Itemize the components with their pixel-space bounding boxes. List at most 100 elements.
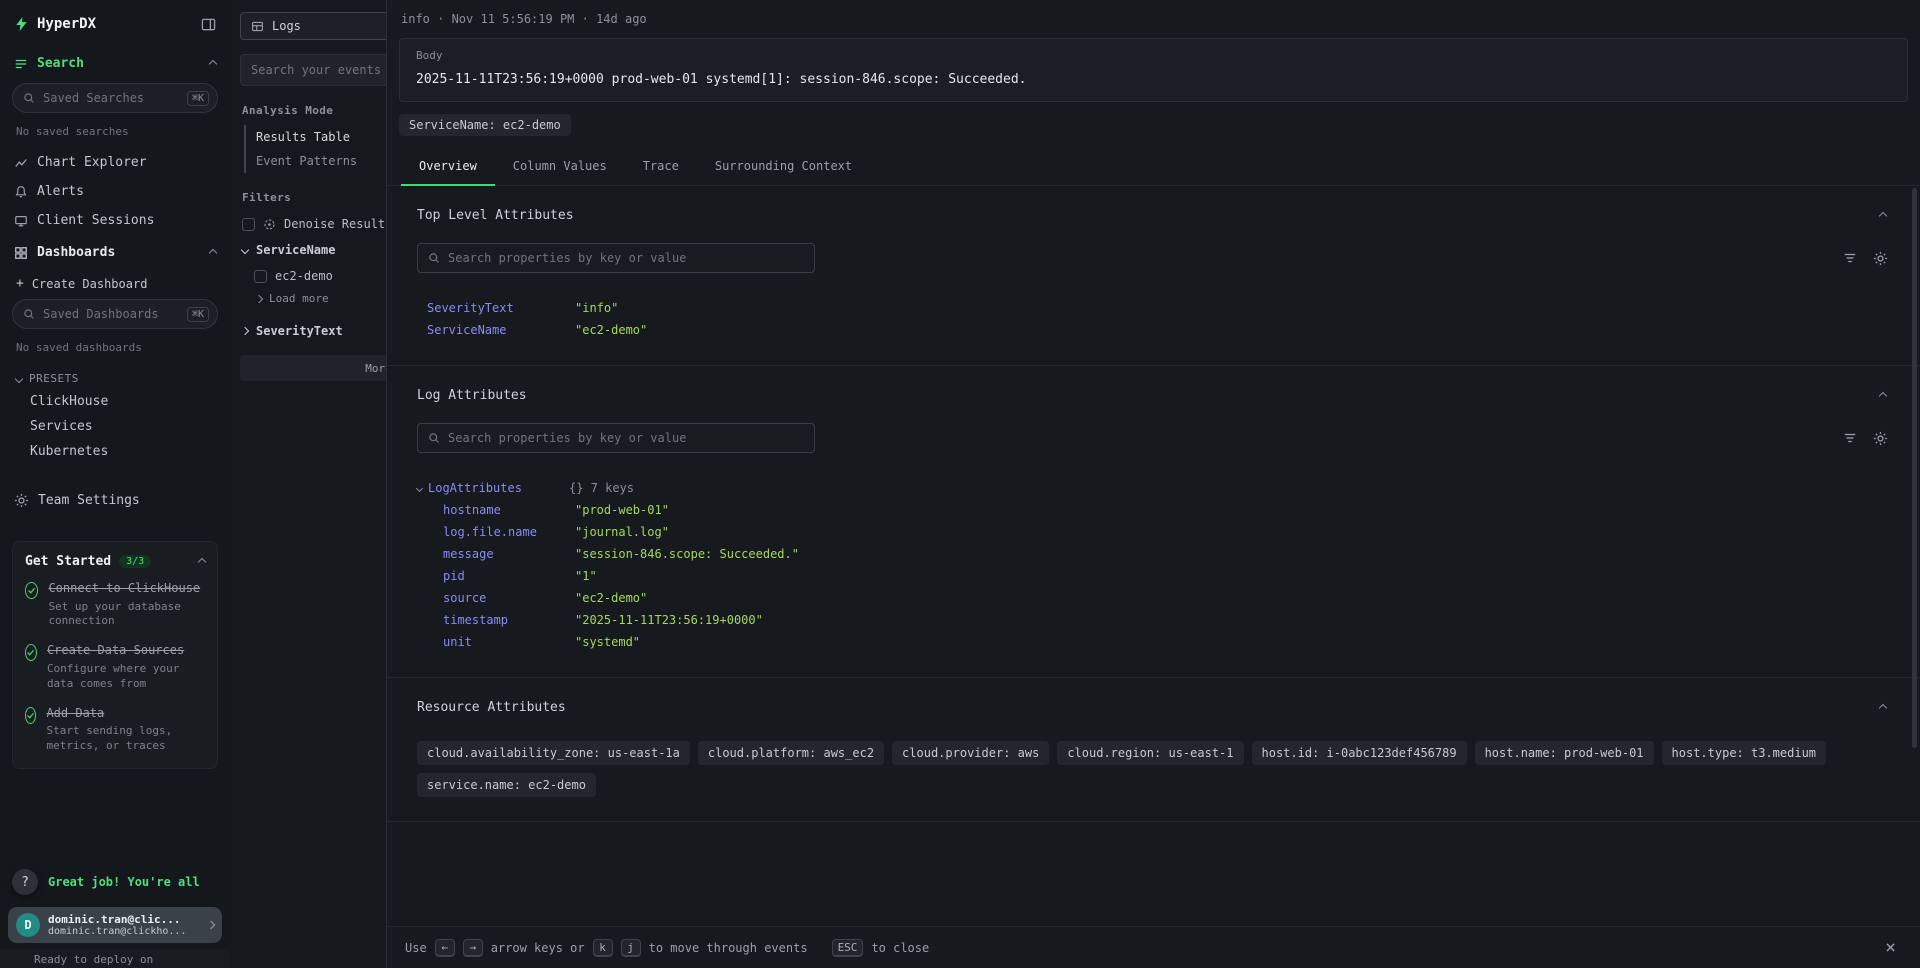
preset-item-services[interactable]: Services [0,414,230,439]
attribute-row[interactable]: SeverityText "info" [417,297,1890,319]
load-more-button[interactable]: Load more [240,288,386,309]
service-name-tag[interactable]: ServiceName: ec2-demo [399,114,571,136]
chevron-right-icon [255,294,263,302]
property-search-input[interactable] [448,251,804,265]
source-selector[interactable]: Logs [240,12,386,40]
filter-group-servicename[interactable]: ServiceName [240,236,386,264]
filter-lines-icon[interactable] [1843,431,1857,445]
mode-results-table[interactable]: Results Table [246,125,386,149]
resource-tag[interactable]: service.name: ec2-demo [417,773,596,797]
event-detail-drawer: info · Nov 11 5:56:19 PM · 14d ago Body … [386,0,1920,968]
team-settings-label: Team Settings [38,493,140,508]
drawer-scroll-area[interactable]: info · Nov 11 5:56:19 PM · 14d ago Body … [387,0,1920,926]
attribute-key[interactable]: timestamp [443,613,575,627]
get-started-item[interactable]: Connect to ClickHouse Set up your databa… [25,581,205,629]
collapse-section-icon[interactable] [1879,391,1887,399]
attribute-row[interactable]: timestamp "2025-11-11T23:56:19+0000" [417,609,1890,631]
denoise-results-row[interactable]: Denoise Results [240,212,386,236]
denoise-checkbox[interactable] [242,218,255,231]
filter-option-ec2-demo[interactable]: ec2-demo [240,264,386,288]
collapse-section-icon[interactable] [1879,211,1887,219]
help-button[interactable]: ? [12,869,38,895]
collapse-sidebar-icon[interactable] [201,17,216,32]
gear-icon[interactable] [1873,431,1888,446]
check-circle-icon [25,582,38,599]
attribute-key[interactable]: SeverityText [427,301,575,315]
close-drawer-button[interactable]: × [1885,939,1896,957]
nav-label: Chart Explorer [37,155,147,170]
attribute-key[interactable]: unit [443,635,575,649]
saved-searches-shortcut: ⌘K [187,91,209,106]
attribute-key[interactable]: log.file.name [443,525,575,539]
filter-group-severitytext[interactable]: SeverityText [240,317,386,345]
attribute-value[interactable]: "journal.log" [575,525,669,539]
log-attributes-root[interactable]: LogAttributes {} 7 keys [417,477,1890,499]
get-started-item[interactable]: Add Data Start sending logs, metrics, or… [25,706,205,754]
attribute-row[interactable]: unit "systemd" [417,631,1890,653]
sidebar-section-dashboards[interactable]: Dashboards [0,235,230,270]
user-menu[interactable]: D dominic.tran@clic... dominic.tran@clic… [8,907,222,943]
scrollbar[interactable] [1912,188,1917,748]
filter-lines-icon[interactable] [1843,251,1857,265]
search-section-label: Search [37,56,84,71]
drawer-footer: Use ← → arrow keys or k j to move throug… [387,926,1920,968]
get-started-item[interactable]: Create Data Sources Configure where your… [25,643,205,691]
ec2-demo-checkbox[interactable] [254,270,267,283]
check-circle-icon [25,644,37,661]
tab-surrounding-context[interactable]: Surrounding Context [697,146,870,185]
sidebar-item-client-sessions[interactable]: Client Sessions [0,206,230,235]
resource-tag[interactable]: cloud.availability_zone: us-east-1a [417,741,690,765]
mode-event-patterns[interactable]: Event Patterns [246,149,386,173]
attribute-value[interactable]: "ec2-demo" [575,323,647,337]
attribute-value[interactable]: "session-846.scope: Succeeded." [575,547,799,561]
attribute-key[interactable]: LogAttributes [428,481,563,495]
sidebar-item-chart-explorer[interactable]: Chart Explorer [0,148,230,177]
chevron-right-icon [207,921,215,929]
gear-icon[interactable] [1873,251,1888,266]
filter-group-label: ServiceName [256,243,335,257]
attribute-key[interactable]: message [443,547,575,561]
attribute-value[interactable]: "info" [575,301,618,315]
attribute-value[interactable]: "1" [575,569,597,583]
saved-dashboards-input[interactable]: Saved Dashboards ⌘K [12,299,218,329]
resource-tag[interactable]: host.id: i-0abc123def456789 [1252,741,1467,765]
attribute-row[interactable]: log.file.name "journal.log" [417,521,1890,543]
sidebar-section-search[interactable]: Search [0,46,230,81]
attribute-row[interactable]: message "session-846.scope: Succeeded." [417,543,1890,565]
more-filters-button[interactable]: More filters [240,355,386,381]
event-search-input[interactable] [240,54,386,86]
attribute-key[interactable]: ServiceName [427,323,575,337]
resource-tag[interactable]: host.name: prod-web-01 [1475,741,1654,765]
presets-toggle[interactable]: PRESETS [0,364,230,389]
sidebar-item-team-settings[interactable]: Team Settings [0,486,230,515]
resource-tag[interactable]: cloud.provider: aws [892,741,1049,765]
tab-column-values[interactable]: Column Values [495,146,625,185]
preset-item-clickhouse[interactable]: ClickHouse [0,389,230,414]
attribute-row[interactable]: hostname "prod-web-01" [417,499,1890,521]
attribute-row[interactable]: source "ec2-demo" [417,587,1890,609]
get-started-header[interactable]: Get Started 3/3 [25,554,205,569]
tab-trace[interactable]: Trace [625,146,697,185]
attribute-value[interactable]: "2025-11-11T23:56:19+0000" [575,613,763,627]
sidebar-item-alerts[interactable]: Alerts [0,177,230,206]
attribute-value[interactable]: "systemd" [575,635,640,649]
resource-tag[interactable]: cloud.region: us-east-1 [1057,741,1243,765]
attribute-value[interactable]: "ec2-demo" [575,591,647,605]
preset-item-kubernetes[interactable]: Kubernetes [0,439,230,464]
create-dashboard-button[interactable]: + Create Dashboard [0,270,230,297]
get-started-item-title: Create Data Sources [47,643,205,659]
attribute-row[interactable]: ServiceName "ec2-demo" [417,319,1890,341]
resource-tag[interactable]: host.type: t3.medium [1662,741,1827,765]
attribute-key[interactable]: source [443,591,575,605]
property-search-input[interactable] [448,431,804,445]
tab-overview[interactable]: Overview [401,146,495,185]
resource-tag[interactable]: cloud.platform: aws_ec2 [698,741,884,765]
saved-searches-input[interactable]: Saved Searches ⌘K [12,83,218,113]
collapse-section-icon[interactable] [1879,703,1887,711]
search-icon [23,308,35,320]
attribute-row[interactable]: pid "1" [417,565,1890,587]
attribute-key[interactable]: hostname [443,503,575,517]
attribute-value[interactable]: "prod-web-01" [575,503,669,517]
attribute-key[interactable]: pid [443,569,575,583]
get-started-item-desc: Set up your database connection [48,600,205,630]
